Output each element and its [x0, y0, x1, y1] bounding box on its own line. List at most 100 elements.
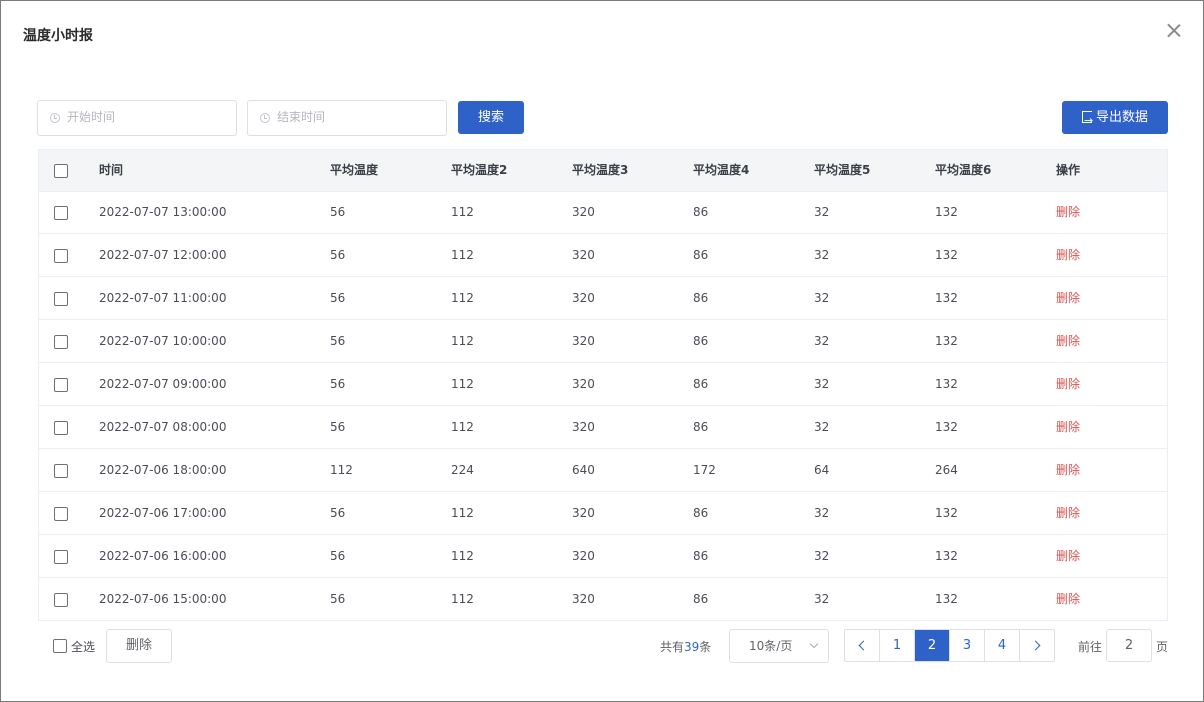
select-all-label: 全选 [71, 640, 96, 654]
cell-avg-temp: 56 [330, 592, 346, 606]
cell-avg-temp-2: 112 [451, 420, 474, 434]
column-header-actions: 操作 [1056, 163, 1081, 177]
cell-avg-temp-5: 32 [814, 549, 830, 563]
table-row: 2022-07-06 18:00:00 112 224 640 172 64 264 删除 [39, 449, 1167, 492]
row-checkbox[interactable] [54, 507, 68, 521]
cell-avg-temp-2: 112 [451, 334, 474, 348]
cell-avg-temp-6: 132 [935, 420, 958, 434]
delete-row-link[interactable]: 删除 [1056, 234, 1080, 276]
goto-page-input[interactable] [1106, 629, 1152, 662]
cell-time: 2022-07-07 12:00:00 [99, 248, 227, 262]
row-checkbox[interactable] [54, 249, 68, 263]
cell-avg-temp-2: 112 [451, 248, 474, 262]
delete-row-link[interactable]: 删除 [1056, 406, 1080, 448]
cell-avg-temp-3: 320 [572, 420, 595, 434]
cell-time: 2022-07-07 10:00:00 [99, 334, 227, 348]
table-row: 2022-07-07 11:00:00 56 112 320 86 32 132 删除 [39, 277, 1167, 320]
cell-avg-temp-3: 320 [572, 377, 595, 391]
cell-avg-temp-3: 640 [572, 463, 595, 477]
delete-row-link[interactable]: 删除 [1056, 277, 1080, 319]
cell-avg-temp: 112 [330, 463, 353, 477]
cell-avg-temp-5: 32 [814, 377, 830, 391]
row-checkbox[interactable] [54, 206, 68, 220]
table-row: 2022-07-07 13:00:00 56 112 320 86 32 132 删除 [39, 191, 1167, 234]
cell-avg-temp-6: 132 [935, 592, 958, 606]
row-checkbox[interactable] [54, 292, 68, 306]
table-row: 2022-07-07 12:00:00 56 112 320 86 32 132 删除 [39, 234, 1167, 277]
column-header-avg-temp-2: 平均温度2 [451, 163, 508, 177]
total-count-number: 39 [684, 640, 700, 654]
prev-page-button[interactable] [845, 630, 880, 661]
select-all-header-checkbox[interactable] [54, 164, 68, 178]
delete-row-link[interactable]: 删除 [1056, 492, 1080, 534]
cell-avg-temp-2: 112 [451, 205, 474, 219]
cell-avg-temp-6: 264 [935, 463, 958, 477]
row-checkbox[interactable] [54, 464, 68, 478]
cell-avg-temp-5: 32 [814, 291, 830, 305]
next-page-button[interactable] [1020, 630, 1054, 661]
cell-avg-temp-5: 32 [814, 592, 830, 606]
cell-time: 2022-07-07 09:00:00 [99, 377, 227, 391]
delete-row-link[interactable]: 删除 [1056, 535, 1080, 577]
select-all-checkbox[interactable] [53, 639, 67, 653]
column-header-avg-temp-6: 平均温度6 [935, 163, 992, 177]
cell-avg-temp-4: 86 [693, 205, 709, 219]
cell-time: 2022-07-07 08:00:00 [99, 420, 227, 434]
row-checkbox[interactable] [54, 593, 68, 607]
dialog-title: 温度小时报 [23, 28, 93, 44]
column-header-avg-temp-4: 平均温度4 [693, 163, 750, 177]
temperature-table: 时间 平均温度 平均温度2 平均温度3 平均温度4 平均温度5 平均温度6 操作… [38, 149, 1168, 621]
table-row: 2022-07-06 17:00:00 56 112 320 86 32 132 删除 [39, 492, 1167, 535]
cell-avg-temp-6: 132 [935, 248, 958, 262]
cell-avg-temp-2: 224 [451, 463, 474, 477]
total-prefix: 共有 [660, 640, 685, 654]
clock-icon [260, 113, 270, 123]
cell-avg-temp-5: 32 [814, 248, 830, 262]
delete-row-link[interactable]: 删除 [1056, 191, 1080, 233]
end-time-picker[interactable] [247, 100, 447, 136]
cell-avg-temp-4: 86 [693, 506, 709, 520]
batch-delete-button[interactable]: 删除 [106, 629, 172, 663]
table-header: 时间 平均温度 平均温度2 平均温度3 平均温度4 平均温度5 平均温度6 操作 [39, 150, 1167, 192]
row-checkbox[interactable] [54, 550, 68, 564]
row-checkbox[interactable] [54, 378, 68, 392]
table-row: 2022-07-06 15:00:00 56 112 320 86 32 132 删除 [39, 578, 1167, 621]
cell-avg-temp-5: 32 [814, 420, 830, 434]
cell-avg-temp-3: 320 [572, 248, 595, 262]
page-1-button[interactable]: 1 [880, 630, 915, 661]
page-4-button[interactable]: 4 [985, 630, 1020, 661]
cell-avg-temp-3: 320 [572, 506, 595, 520]
row-checkbox[interactable] [54, 335, 68, 349]
page-2-button[interactable]: 2 [915, 630, 950, 661]
start-time-picker[interactable] [37, 100, 237, 136]
delete-row-link[interactable]: 删除 [1056, 449, 1080, 491]
cell-avg-temp: 56 [330, 377, 346, 391]
delete-row-link[interactable]: 删除 [1056, 578, 1080, 620]
delete-row-link[interactable]: 删除 [1056, 363, 1080, 405]
close-icon[interactable] [1164, 21, 1184, 41]
table-row: 2022-07-07 09:00:00 56 112 320 86 32 132 删除 [39, 363, 1167, 406]
export-data-button[interactable]: 导出数据 [1062, 101, 1168, 137]
cell-avg-temp-2: 112 [451, 291, 474, 305]
cell-time: 2022-07-06 17:00:00 [99, 506, 227, 520]
cell-avg-temp-6: 132 [935, 334, 958, 348]
cell-time: 2022-07-06 16:00:00 [99, 549, 227, 563]
page-size-value: 10条/页 [749, 639, 793, 653]
page-3-button[interactable]: 3 [950, 630, 985, 661]
search-button[interactable]: 搜索 [458, 101, 524, 134]
temperature-report-dialog: 温度小时报 搜索 导出数据 时间 平均温度 平均温度2 平均温度3 平均温度4 … [0, 0, 1204, 702]
page-size-select[interactable]: 10条/页 [729, 629, 829, 663]
delete-row-link[interactable]: 删除 [1056, 320, 1080, 362]
cell-time: 2022-07-06 18:00:00 [99, 463, 227, 477]
table-row: 2022-07-06 16:00:00 56 112 320 86 32 132 删除 [39, 535, 1167, 578]
cell-avg-temp-6: 132 [935, 549, 958, 563]
cell-avg-temp: 56 [330, 248, 346, 262]
cell-avg-temp: 56 [330, 506, 346, 520]
table-row: 2022-07-07 10:00:00 56 112 320 86 32 132 删除 [39, 320, 1167, 363]
start-time-input[interactable] [67, 101, 227, 133]
row-checkbox[interactable] [54, 421, 68, 435]
total-suffix: 条 [699, 640, 712, 654]
chevron-right-icon [1030, 640, 1041, 651]
export-icon [1081, 104, 1093, 137]
end-time-input[interactable] [277, 101, 437, 133]
